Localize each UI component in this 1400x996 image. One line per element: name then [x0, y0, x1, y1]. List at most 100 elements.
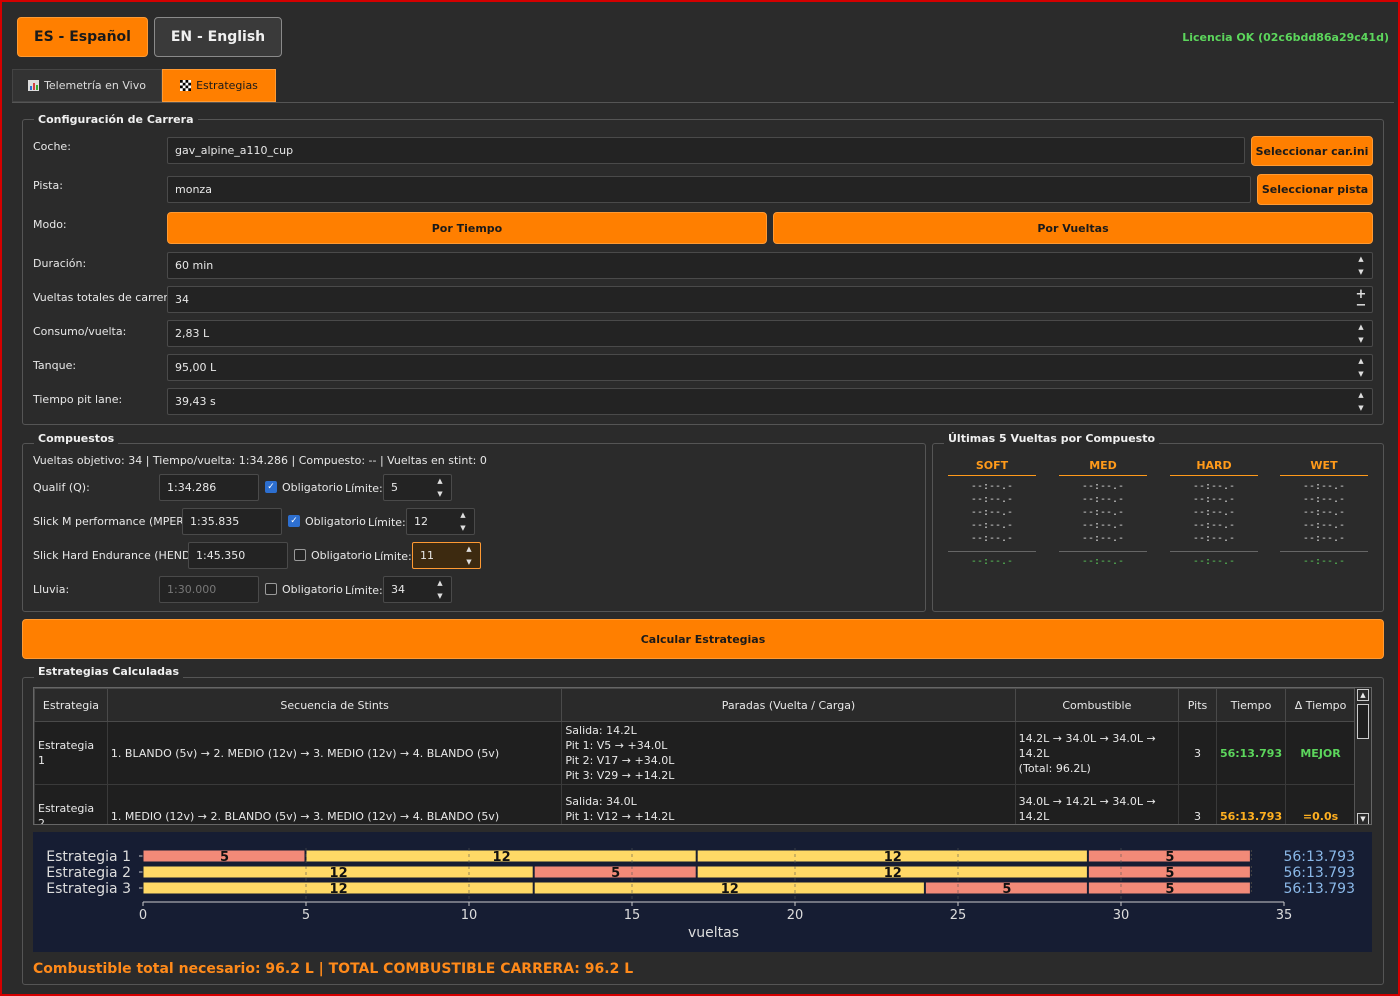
compounds-title: Compuestos	[34, 432, 119, 445]
col-header-fuel[interactable]: Combustible	[1014, 688, 1180, 722]
last-laps-column-med: MED --:--.- --:--.- --:--.- --:--.- --:--.- --…	[1059, 459, 1147, 567]
col-header-stops[interactable]: Paradas (Vuelta / Carga)	[561, 688, 1016, 722]
stint-laps-label: 12	[493, 850, 511, 865]
scroll-down-arrow[interactable]: ▼	[1357, 813, 1369, 824]
duration-spin-arrows[interactable]: ▲ ▼	[1352, 255, 1370, 276]
fuel-line: (Total: 96.2L)	[1019, 824, 1175, 825]
limit-spin-arrows[interactable]: ▲ ▼	[431, 579, 449, 600]
limit-value: 12	[414, 515, 428, 528]
compound-header: SOFT	[948, 459, 1036, 476]
lang-en-button[interactable]: EN - English	[154, 17, 282, 57]
stop-line: Pit 3: V29 → +14.2L	[565, 769, 675, 782]
col-header-delta[interactable]: Δ Tiempo	[1285, 688, 1356, 722]
lap-time: --:--.-	[1302, 520, 1346, 531]
limit-spin-arrows[interactable]: ▲ ▼	[460, 545, 478, 566]
consumption-spinbox[interactable]: 2,83 L ▲ ▼	[167, 320, 1373, 347]
col-header-sequence[interactable]: Secuencia de Stints	[106, 688, 563, 722]
lap-time: --:--.-	[970, 507, 1014, 518]
compound-laptime-field[interactable]: 1:34.286	[159, 474, 259, 501]
lap-time: --:--.-	[1192, 481, 1236, 492]
pit-time-spin-arrows[interactable]: ▲ ▼	[1352, 391, 1370, 412]
license-status: Licencia OK (02c6bdd86a29c41d)	[1182, 31, 1389, 44]
table-row[interactable]: Estrategia 2 1. MEDIO (12v) → 2. BLANDO (…	[34, 784, 1356, 825]
pit-time-spinbox[interactable]: 39,43 s ▲ ▼	[167, 388, 1373, 415]
limit-spin-arrows[interactable]: ▲ ▼	[454, 511, 472, 532]
limit-spinbox[interactable]: 34 ▲ ▼	[383, 576, 452, 603]
limit-spinbox[interactable]: 5 ▲ ▼	[383, 474, 452, 501]
lap-time: --:--.-	[1081, 481, 1125, 492]
stint-laps-label: 5	[220, 850, 229, 865]
mode-laps-button[interactable]: Por Vueltas	[773, 212, 1373, 244]
mandatory-label: Obligatorio	[282, 583, 343, 596]
tab-telemetry[interactable]: Telemetría en Vivo	[12, 69, 162, 102]
compound-laptime-field[interactable]: 1:30.000	[159, 576, 259, 603]
limit-label: Límite:	[345, 482, 383, 495]
laps-spin-plus-minus[interactable]: + −	[1352, 288, 1370, 312]
select-car-button[interactable]: Seleccionar car.ini	[1251, 136, 1373, 166]
cell-pits: 3	[1178, 784, 1217, 824]
col-header-strategy[interactable]: Estrategia	[34, 688, 108, 722]
x-tick-label: 10	[461, 908, 478, 923]
select-track-button[interactable]: Seleccionar pista	[1257, 174, 1373, 205]
cell-strategy: Estrategia 1	[34, 721, 108, 785]
x-tick-label: 30	[1113, 908, 1130, 923]
stint-laps-label: 5	[1165, 866, 1174, 881]
cell-delta: MEJOR	[1285, 721, 1356, 785]
laps-spinbox[interactable]: 34 + −	[167, 286, 1373, 313]
lap-time: --:--.-	[1192, 494, 1236, 505]
mode-time-button[interactable]: Por Tiempo	[167, 212, 767, 244]
mandatory-checkbox[interactable]: ✓	[265, 481, 277, 493]
cell-delta: =0.0s	[1285, 784, 1356, 824]
table-row[interactable]: Estrategia 1 1. BLANDO (5v) → 2. MEDIO (1…	[34, 721, 1356, 785]
consumption-value: 2,83 L	[175, 327, 210, 340]
compound-name: Slick M performance (MPERF):	[33, 515, 199, 528]
mandatory-checkbox[interactable]	[265, 583, 277, 595]
last-laps-column-soft: SOFT --:--.- --:--.- --:--.- --:--.- --:--.- -…	[948, 459, 1036, 567]
lap-time: --:--.-	[1302, 481, 1346, 492]
stop-line: Pit 2: V17 → +34.0L	[565, 824, 1011, 825]
lang-es-button[interactable]: ES - Español	[17, 17, 148, 57]
track-label: Pista:	[33, 179, 63, 192]
stint-laps-label: 12	[330, 882, 348, 897]
limit-spinbox[interactable]: 11 ▲ ▼	[412, 542, 481, 569]
mandatory-checkbox[interactable]	[294, 549, 306, 561]
table-scrollbar[interactable]: ▲ ▼	[1354, 688, 1371, 824]
limit-value: 34	[391, 583, 405, 596]
calculate-strategies-button[interactable]: Calcular Estrategias	[22, 619, 1384, 659]
series-total-time: 56:13.793	[1283, 849, 1355, 865]
car-field[interactable]: gav_alpine_a110_cup	[167, 137, 1245, 164]
car-label: Coche:	[33, 140, 71, 153]
consumption-spin-arrows[interactable]: ▲ ▼	[1352, 323, 1370, 344]
cell-fuel: 34.0L → 14.2L → 34.0L → 14.2L(Total: 96.…	[1014, 784, 1180, 825]
table-header-row: Estrategia Secuencia de Stints Paradas (…	[34, 688, 1356, 722]
col-header-pits[interactable]: Pits	[1178, 688, 1217, 722]
track-field[interactable]: monza	[167, 176, 1251, 203]
tank-label: Tanque:	[33, 359, 77, 372]
compound-laptime-field[interactable]: 1:35.835	[182, 508, 282, 535]
compound-laptime-field[interactable]: 1:45.350	[188, 542, 288, 569]
tank-spinbox[interactable]: 95,00 L ▲ ▼	[167, 354, 1373, 381]
lap-time: --:--.-	[1192, 520, 1236, 531]
duration-spinbox[interactable]: 60 min ▲ ▼	[167, 252, 1373, 279]
tank-spin-arrows[interactable]: ▲ ▼	[1352, 357, 1370, 378]
limit-spin-arrows[interactable]: ▲ ▼	[431, 477, 449, 498]
stint-laps-label: 5	[1165, 882, 1174, 897]
race-config-title: Configuración de Carrera	[34, 113, 198, 126]
strategy-chart: 0 5 10 15 20 25 30 35 vueltas Estrategia 1 5 12 12 5 5…	[33, 832, 1372, 952]
tab-strategies[interactable]: Estrategias	[162, 69, 276, 102]
cell-fuel: 14.2L → 34.0L → 34.0L → 14.2L (Total: 96.…	[1014, 721, 1180, 785]
limit-spinbox[interactable]: 12 ▲ ▼	[406, 508, 475, 535]
scroll-thumb[interactable]	[1357, 704, 1369, 739]
lap-time: --:--.-	[1302, 494, 1346, 505]
duration-value: 60 min	[175, 259, 214, 272]
lap-time: --:--.-	[1192, 507, 1236, 518]
strategies-table-container[interactable]: Estrategia Secuencia de Stints Paradas (…	[33, 687, 1372, 825]
compound-header: HARD	[1170, 459, 1258, 476]
best-lap-time: --:--.-	[1059, 551, 1147, 567]
scroll-up-arrow[interactable]: ▲	[1357, 689, 1369, 701]
limit-label: Límite:	[374, 550, 412, 563]
mandatory-label: Obligatorio	[305, 515, 366, 528]
mandatory-checkbox[interactable]: ✓	[288, 515, 300, 527]
col-header-time[interactable]: Tiempo	[1215, 688, 1287, 722]
compound-name: Lluvia:	[33, 583, 70, 596]
